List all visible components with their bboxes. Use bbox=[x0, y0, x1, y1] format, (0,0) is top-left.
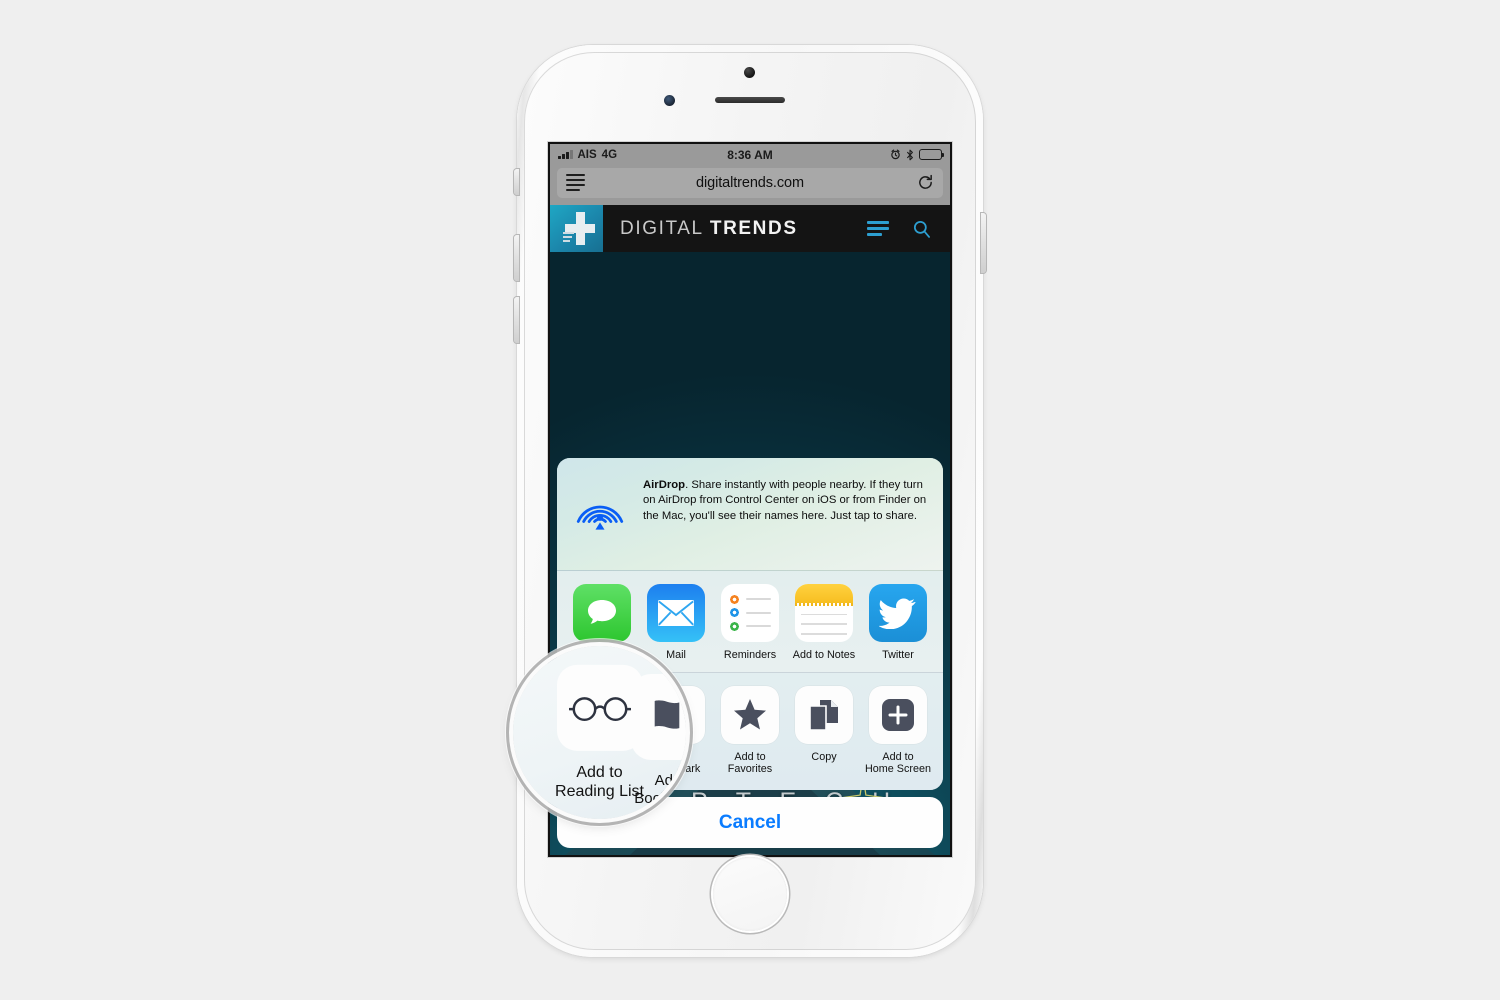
bluetooth-icon bbox=[907, 149, 913, 160]
safari-address-bar[interactable]: digitaltrends.com bbox=[557, 167, 943, 198]
magnified-glasses-icon bbox=[556, 664, 643, 751]
share-action-copy[interactable]: Copy bbox=[787, 685, 861, 776]
notes-app-icon bbox=[795, 583, 853, 642]
iphone-device: AIS 4G 8:36 AM digitaltrends.com DIGITAL… bbox=[514, 45, 986, 957]
safari-toolbar: digitaltrends.com bbox=[550, 165, 950, 205]
share-label: Reminders bbox=[723, 648, 777, 661]
alarm-clock-icon bbox=[891, 149, 900, 160]
carrier-label: AIS bbox=[577, 148, 597, 161]
share-item-twitter[interactable]: Twitter bbox=[861, 583, 935, 662]
site-header: DIGITAL TRENDS bbox=[550, 205, 950, 252]
messages-app-icon bbox=[573, 583, 631, 642]
airdrop-section[interactable]: AirDrop. Share instantly with people nea… bbox=[557, 457, 943, 571]
search-icon[interactable] bbox=[912, 219, 932, 239]
magnified-reading-list-label: Add to Reading List bbox=[555, 763, 644, 800]
digital-trends-logo-icon[interactable] bbox=[550, 205, 603, 252]
mail-app-icon bbox=[647, 583, 705, 642]
share-item-reminders[interactable]: Reminders bbox=[713, 583, 787, 662]
star-icon bbox=[721, 685, 779, 744]
url-text: digitaltrends.com bbox=[696, 174, 804, 191]
battery-icon bbox=[919, 149, 945, 160]
plus-square-icon bbox=[869, 685, 927, 744]
share-label: Copy bbox=[811, 750, 837, 763]
magnified-reading-list-item[interactable]: Add to Reading List bbox=[520, 664, 680, 800]
ios-status-bar: AIS 4G 8:36 AM bbox=[550, 144, 950, 165]
volume-up-button[interactable] bbox=[514, 235, 519, 281]
signal-strength-icon bbox=[558, 150, 573, 159]
airdrop-description: AirDrop. Share instantly with people nea… bbox=[643, 476, 929, 525]
magnifier-callout: Add Bookmark Add to Reading List bbox=[513, 646, 686, 819]
share-item-mail[interactable]: Mail bbox=[639, 583, 713, 662]
status-left-group: AIS 4G bbox=[558, 149, 617, 161]
mute-switch[interactable] bbox=[514, 169, 519, 195]
share-label: Mail bbox=[666, 648, 686, 661]
site-title-light: DIGITAL bbox=[620, 217, 710, 239]
airdrop-body: . Share instantly with people nearby. If… bbox=[643, 478, 927, 522]
share-label: Add to Home Screen bbox=[864, 750, 931, 776]
volume-down-button[interactable] bbox=[514, 297, 519, 343]
share-label: Twitter bbox=[882, 648, 914, 661]
share-action-add-to-home-screen[interactable]: Add to Home Screen bbox=[861, 685, 935, 776]
status-right-group bbox=[890, 149, 945, 161]
front-camera bbox=[744, 67, 755, 78]
share-label: Add to Notes bbox=[792, 648, 856, 661]
airdrop-title: AirDrop bbox=[643, 478, 686, 491]
site-nav bbox=[867, 219, 950, 239]
home-button[interactable] bbox=[713, 857, 787, 931]
site-title-bold: TRENDS bbox=[709, 217, 798, 239]
copy-icon bbox=[795, 685, 853, 744]
earpiece-speaker bbox=[715, 97, 785, 103]
hamburger-menu-icon[interactable] bbox=[867, 221, 889, 236]
share-item-notes[interactable]: Add to Notes bbox=[787, 583, 861, 662]
network-type-label: 4G bbox=[601, 148, 618, 161]
airdrop-icon bbox=[576, 505, 624, 530]
proximity-sensor bbox=[664, 95, 675, 106]
power-button[interactable] bbox=[981, 213, 986, 273]
site-title: DIGITAL TRENDS bbox=[620, 218, 798, 240]
twitter-app-icon bbox=[869, 583, 927, 642]
reload-icon[interactable] bbox=[917, 174, 934, 191]
reminders-app-icon bbox=[721, 583, 779, 642]
share-label: Add to Favorites bbox=[727, 750, 773, 776]
share-action-add-to-favorites[interactable]: Add to Favorites bbox=[713, 685, 787, 776]
